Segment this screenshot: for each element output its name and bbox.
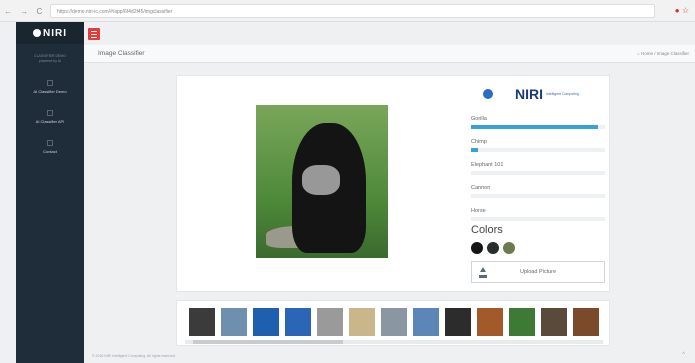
thumbnail-image[interactable] bbox=[413, 308, 439, 336]
sidebar: NIRI CLASSIFIER DEMO powered by AI AI Cl… bbox=[16, 22, 84, 363]
image-icon bbox=[47, 80, 53, 86]
scroll-top-icon[interactable]: ^ bbox=[682, 352, 685, 358]
prediction-bar-fill bbox=[471, 148, 478, 152]
thumbnail-image[interactable] bbox=[221, 308, 247, 336]
prediction-bar-track bbox=[471, 171, 605, 175]
classifier-card: NIRI Intelligent Computing Gorilla Chimp El… bbox=[176, 75, 610, 292]
sidebar-item-classifier-api[interactable]: AI Classifier API bbox=[16, 110, 84, 124]
prediction-label: Cannon bbox=[471, 185, 491, 191]
thumbnail-image[interactable] bbox=[189, 308, 215, 336]
prediction-bar-track bbox=[471, 148, 605, 152]
brand-logo[interactable]: NIRI bbox=[16, 22, 84, 44]
api-icon bbox=[47, 110, 53, 116]
menu-line bbox=[91, 37, 97, 38]
classified-image bbox=[256, 105, 388, 258]
sidebar-item-label: AI Classifier API bbox=[35, 119, 65, 124]
menu-line bbox=[91, 31, 97, 32]
thumbnail-image[interactable] bbox=[445, 308, 471, 336]
scrollbar-thumb[interactable] bbox=[193, 340, 343, 344]
sidebar-subtitle-line2: powered by AI bbox=[38, 59, 62, 63]
footer-copyright: © 2018 NIRI Intelligent Computing. All r… bbox=[92, 354, 176, 358]
thumbnail-image[interactable] bbox=[317, 308, 343, 336]
globe-icon bbox=[483, 89, 493, 99]
niri-logo: NIRI Intelligent Computing bbox=[483, 86, 579, 102]
colors-heading: Colors bbox=[471, 224, 503, 236]
sidebar-item-label: AI Classifier Demo bbox=[33, 89, 67, 94]
contact-icon bbox=[47, 140, 53, 146]
prediction-bar-fill bbox=[471, 125, 599, 129]
upload-icon bbox=[478, 267, 488, 278]
sidebar-item-label: Contact bbox=[43, 149, 57, 154]
breadcrumb[interactable]: ⌂ Home / Image Classifier bbox=[637, 51, 689, 56]
menu-line bbox=[91, 34, 97, 35]
sidebar-subtitle: CLASSIFIER DEMO powered by AI bbox=[16, 54, 84, 64]
upload-label: Upload Picture bbox=[520, 269, 557, 275]
extension-icons[interactable]: ● ☆ bbox=[675, 6, 689, 15]
page-header: Image Classifier ⌂ Home / Image Classifi… bbox=[84, 45, 695, 63]
logo-subtext: Intelligent Computing bbox=[546, 92, 579, 96]
thumbnail-image[interactable] bbox=[541, 308, 567, 336]
silverback-shape bbox=[302, 165, 340, 195]
prediction-label: Horse bbox=[471, 208, 486, 214]
thumbnail-image[interactable] bbox=[381, 308, 407, 336]
thumbnail-image[interactable] bbox=[253, 308, 279, 336]
menu-toggle-button[interactable] bbox=[88, 28, 100, 40]
prediction-row: Chimp bbox=[471, 139, 605, 162]
prediction-bar-track bbox=[471, 125, 605, 129]
prediction-row: Gorilla bbox=[471, 116, 605, 139]
upload-picture-button[interactable]: Upload Picture bbox=[471, 261, 605, 283]
sidebar-item-contact[interactable]: Contact bbox=[16, 140, 84, 154]
thumbnail-scrollbar[interactable] bbox=[185, 340, 603, 344]
thumbnail-image[interactable] bbox=[285, 308, 311, 336]
sidebar-item-classifier-demo[interactable]: AI Classifier Demo bbox=[16, 80, 84, 94]
prediction-bar-track bbox=[471, 217, 605, 221]
color-swatch bbox=[487, 242, 499, 254]
page-title: Image Classifier bbox=[98, 50, 145, 57]
prediction-label: Elephant 101 bbox=[471, 162, 504, 168]
color-swatch bbox=[471, 242, 483, 254]
browser-toolbar: ← → C ⓘ https://demo.niri-ic.com/#/app/6… bbox=[0, 0, 695, 22]
address-bar[interactable]: https://demo.niri-ic.com/#/app/6f4d2f45/… bbox=[50, 4, 655, 18]
prediction-row: Cannon bbox=[471, 185, 605, 208]
thumbnail-image[interactable] bbox=[349, 308, 375, 336]
brand-name: NIRI bbox=[43, 28, 67, 39]
prediction-row: Elephant 101 bbox=[471, 162, 605, 185]
results-panel: NIRI Intelligent Computing Gorilla Chimp El… bbox=[471, 76, 611, 293]
prediction-list: Gorilla Chimp Elephant 101 Cannon Horse bbox=[471, 116, 605, 231]
logo-text: NIRI bbox=[515, 86, 543, 102]
color-swatch bbox=[503, 242, 515, 254]
thumbnail-image[interactable] bbox=[573, 308, 599, 336]
prediction-label: Gorilla bbox=[471, 116, 487, 122]
thumbnail-image[interactable] bbox=[477, 308, 503, 336]
prediction-bar-track bbox=[471, 194, 605, 198]
prediction-label: Chimp bbox=[471, 139, 487, 145]
thumbnail-strip bbox=[176, 300, 610, 346]
thumbnail-image[interactable] bbox=[509, 308, 535, 336]
brand-icon bbox=[33, 29, 41, 37]
